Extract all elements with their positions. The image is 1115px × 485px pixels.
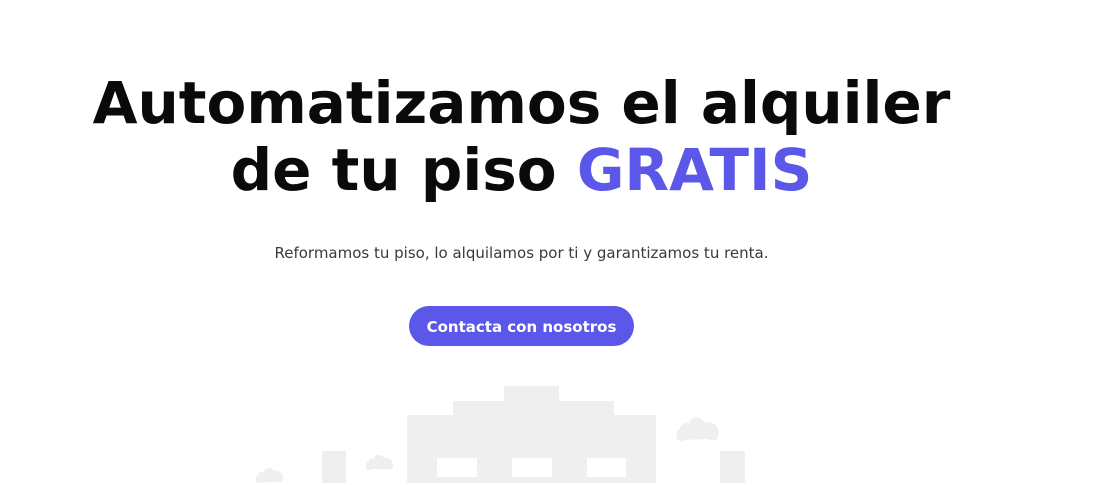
title-line-1: Automatizamos el alquiler	[92, 69, 951, 137]
title-line-2: de tu piso	[230, 136, 577, 204]
hero-title: Automatizamos el alquiler de tu piso GRA…	[0, 70, 1043, 204]
small-building-icon	[720, 451, 745, 483]
cloud-icon	[255, 467, 283, 483]
contact-button[interactable]: Contacta con nosotros	[409, 306, 634, 346]
title-accent: GRATIS	[576, 136, 813, 204]
small-building-icon	[322, 451, 346, 483]
cloud-icon	[676, 417, 719, 441]
hero-subtitle: Reformamos tu piso, lo alquilamos por ti…	[274, 244, 769, 262]
cloud-icon	[365, 454, 393, 470]
